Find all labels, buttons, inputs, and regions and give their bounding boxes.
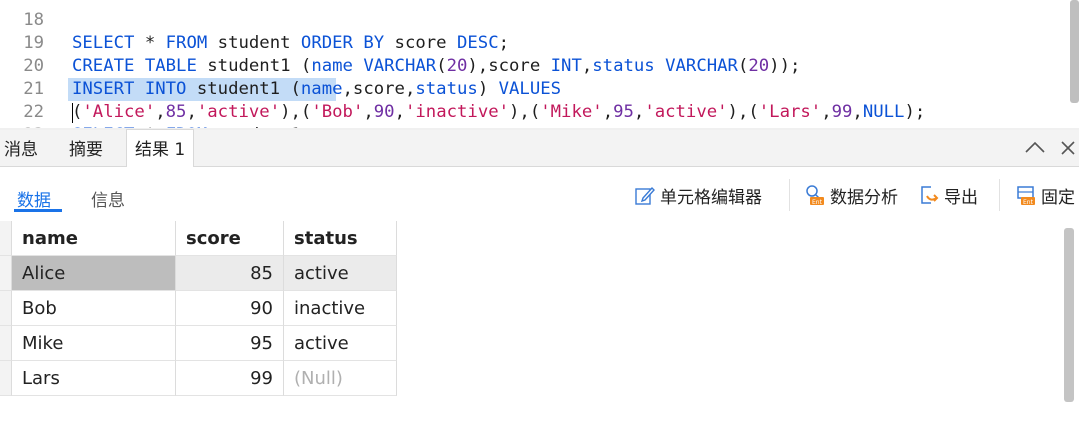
code-line[interactable]: 22 SELECT * FROM student1;	[0, 78, 311, 130]
table-cell[interactable]: Lars	[12, 361, 176, 396]
cell-editor-label: 单元格编辑器	[660, 187, 762, 208]
column-header-status[interactable]: status	[284, 221, 397, 256]
toolbar-separator	[999, 179, 1000, 211]
table-cell[interactable]: 95	[176, 326, 284, 361]
row-header[interactable]	[0, 256, 12, 291]
toolbar-separator	[789, 179, 790, 211]
data-analysis-icon: Ent	[804, 184, 826, 206]
text-caret	[72, 103, 73, 123]
tab-result-1[interactable]: 结果 1	[126, 129, 195, 167]
tab-messages[interactable]: 消息	[4, 130, 38, 166]
table-cell[interactable]: Alice	[12, 256, 176, 291]
code-text[interactable]: SELECT * FROM student ORDER BY score DES…	[72, 32, 509, 55]
row-header[interactable]	[0, 361, 12, 396]
chevron-up-icon	[1025, 141, 1045, 153]
tab-summary[interactable]: 摘要	[69, 130, 103, 166]
code-line[interactable]: 19 CREATE TABLE student1 (name VARCHAR(2…	[0, 9, 800, 76]
svg-text:Ent: Ent	[812, 199, 823, 206]
cell-editor-button[interactable]: 单元格编辑器	[634, 179, 762, 211]
table-cell[interactable]: inactive	[284, 291, 397, 326]
code-text[interactable]: INSERT INTO student1 (name,score,status)…	[72, 78, 561, 101]
subtab-data[interactable]: 数据	[17, 186, 51, 211]
row-header[interactable]	[0, 326, 12, 361]
close-panel-button[interactable]	[1060, 140, 1076, 161]
grid-scrollbar[interactable]	[1064, 228, 1074, 402]
subtab-info[interactable]: 信息	[91, 186, 125, 211]
table-cell[interactable]: 99	[176, 361, 284, 396]
code-line[interactable]: 23 UPDATE student1 SET status='active' W…	[0, 101, 44, 130]
table-cell[interactable]: Mike	[12, 326, 176, 361]
table-cell[interactable]: Bob	[12, 291, 176, 326]
close-icon	[1061, 141, 1075, 155]
export-icon	[918, 184, 940, 206]
row-header[interactable]	[0, 291, 12, 326]
column-header-score[interactable]: score	[176, 221, 284, 256]
pin-label: 固定	[1041, 187, 1075, 208]
code-line[interactable]: 21 ('Alice',85,'active'),('Bob',90,'inac…	[0, 55, 925, 122]
table-cell[interactable]: 90	[176, 291, 284, 326]
null-cell[interactable]: (Null)	[284, 361, 397, 396]
pin-icon: Ent	[1015, 184, 1037, 206]
sql-editor[interactable]: 18 SELECT * FROM student ORDER BY score …	[0, 0, 1079, 130]
svg-text:Ent: Ent	[1023, 199, 1034, 206]
result-tab-bar: 消息 摘要 结果 1	[0, 129, 1079, 167]
export-label: 导出	[944, 187, 978, 208]
editor-scrollbar[interactable]	[1070, 0, 1079, 103]
pin-button[interactable]: Ent 固定	[1015, 179, 1075, 211]
row-header-corner	[0, 221, 12, 256]
collapse-panel-button[interactable]	[1024, 138, 1046, 159]
column-header-name[interactable]: name	[12, 221, 176, 256]
table-cell[interactable]: active	[284, 326, 397, 361]
result-toolbar: 数据 信息 单元格编辑器 Ent 数据分析 导出 Ent 固定	[0, 167, 1079, 221]
code-text[interactable]: ('Alice',85,'active'),('Bob',90,'inactiv…	[72, 101, 925, 124]
table-cell[interactable]: active	[284, 256, 397, 291]
data-analysis-button[interactable]: Ent 数据分析	[804, 179, 898, 211]
code-line[interactable]: 18 SELECT * FROM student ORDER BY score …	[0, 0, 509, 53]
data-analysis-label: 数据分析	[830, 187, 898, 208]
table-cell[interactable]: 85	[176, 256, 284, 291]
active-subtab-underline	[14, 209, 62, 212]
code-line[interactable]: 20 INSERT INTO student1 (name,score,stat…	[0, 32, 561, 99]
export-button[interactable]: 导出	[918, 179, 978, 211]
code-text[interactable]: CREATE TABLE student1 (name VARCHAR(20),…	[72, 55, 800, 78]
edit-pencil-icon	[634, 184, 656, 206]
